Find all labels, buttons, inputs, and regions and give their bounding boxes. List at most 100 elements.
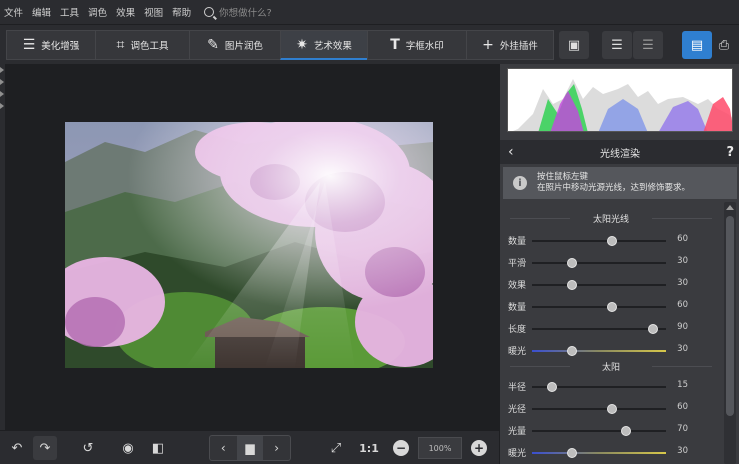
batch-process-button[interactable]: ☰ [633, 31, 663, 59]
image-canvas[interactable] [5, 64, 499, 430]
help-icon[interactable]: ? [726, 145, 734, 160]
fit-screen-button[interactable]: ⤢ [326, 436, 346, 460]
edited-photo[interactable] [65, 122, 433, 368]
slider-value: 60 [677, 234, 688, 244]
print-button[interactable]: ⎙ [712, 31, 736, 59]
slider-track[interactable] [532, 284, 666, 286]
hint-box: i 按住鼠标左键 在照片中移动光源光线，达到修饰要求。 [503, 167, 737, 199]
print-icon: ⎙ [718, 37, 730, 53]
panel-scrollbar[interactable] [724, 202, 736, 464]
slider-row: 平滑 30 [500, 256, 722, 270]
tab-plugins[interactable]: + 外挂插件 [466, 30, 554, 60]
slider-track[interactable] [532, 408, 666, 410]
search-icon [204, 7, 215, 17]
slider-track[interactable] [532, 350, 666, 352]
slider-track[interactable] [532, 240, 666, 242]
slider-row: 数量 60 [500, 234, 722, 248]
tab-label: 艺术效果 [313, 40, 352, 52]
rotate-button[interactable]: ↺ [78, 436, 98, 460]
image-gallery-button[interactable]: ▣ [559, 31, 589, 59]
slider-value: 60 [677, 402, 688, 412]
tab-retouch[interactable]: ✎ 图片润色 [189, 30, 281, 60]
slider-knob[interactable] [607, 302, 618, 312]
slider-knob[interactable] [607, 404, 618, 414]
slider-row: 半径 15 [500, 380, 722, 394]
menu-edit[interactable]: 编辑 [32, 5, 51, 19]
slider-knob[interactable] [547, 382, 558, 392]
section-sun-rays: 太阳光线 [500, 212, 722, 225]
slider-value: 90 [677, 322, 688, 332]
slider-track[interactable] [532, 306, 666, 308]
image-navigation: ‹ ▆ › [209, 435, 291, 461]
redo-button[interactable]: ↷ [33, 436, 57, 460]
slider-knob[interactable] [620, 426, 631, 436]
brush-icon: ✎ [207, 37, 219, 53]
scroll-thumb[interactable] [726, 216, 734, 416]
hint-line-1: 按住鼠标左键 [537, 172, 589, 182]
slider-track[interactable] [532, 452, 666, 454]
slider-knob[interactable] [607, 236, 618, 246]
slider-label: 长度 [508, 325, 527, 335]
menu-help[interactable]: 帮助 [172, 5, 191, 19]
slider-value: 70 [677, 424, 688, 434]
slider-value: 30 [677, 344, 688, 354]
menu-view[interactable]: 视图 [144, 5, 163, 19]
zoom-level-field[interactable]: 100% [418, 437, 462, 459]
menu-effects[interactable]: 效果 [116, 5, 135, 19]
expand-arrow-icon[interactable] [0, 91, 4, 97]
expand-arrow-icon[interactable] [0, 79, 4, 85]
slider-label: 暖光 [508, 449, 527, 459]
tab-text-watermark[interactable]: T 字框水印 [367, 30, 467, 60]
fit-screen-icon: ⤢ [330, 440, 342, 456]
tab-label: 字框水印 [405, 41, 444, 52]
panel-header: ‹ 光线渲染 ? [500, 140, 739, 164]
slider-label: 光量 [508, 427, 527, 437]
effect-panel: ‹ 光线渲染 ? i 按住鼠标左键 在照片中移动光源光线，达到修饰要求。 太阳光… [499, 64, 739, 464]
actual-size-button[interactable]: 1:1 [357, 436, 381, 460]
menu-file[interactable]: 文件 [4, 5, 23, 19]
back-button[interactable]: ‹ [508, 144, 514, 160]
chevron-left-icon: ‹ [220, 441, 226, 455]
slider-knob[interactable] [647, 324, 658, 334]
histogram-graph [513, 79, 732, 131]
slider-value: 30 [677, 446, 688, 456]
expand-arrow-icon[interactable] [0, 103, 4, 109]
slider-track[interactable] [532, 262, 666, 264]
tab-beautify[interactable]: ☰ 美化增强 [6, 30, 96, 60]
main-toolbar: ☰ 美化增强 ⌗ 调色工具 ✎ 图片润色 ✷ 艺术效果 T 字框水印 + 外挂插… [0, 24, 739, 64]
scroll-up-icon[interactable] [726, 205, 734, 210]
slider-knob[interactable] [567, 280, 578, 290]
next-image-button[interactable]: › [263, 436, 290, 460]
batch-add-button[interactable]: ☰ [602, 31, 632, 59]
sliders-icon: ☰ [22, 37, 36, 53]
folder-icon: ▆ [245, 441, 255, 455]
slider-knob[interactable] [567, 258, 578, 268]
menu-tools[interactable]: 工具 [60, 5, 79, 19]
batch-add-icon: ☰ [611, 37, 623, 53]
slider-knob[interactable] [567, 346, 578, 356]
slider-value: 15 [677, 380, 688, 390]
eye-icon: ◉ [122, 440, 134, 456]
menu-color[interactable]: 调色 [88, 5, 107, 19]
compare-button[interactable]: ◧ [148, 436, 168, 460]
hint-line-2: 在照片中移动光源光线，达到修饰要求。 [537, 183, 691, 193]
search-box[interactable]: 你想做什么? [204, 5, 272, 19]
save-button[interactable]: ▤ [682, 31, 712, 59]
search-placeholder: 你想做什么? [219, 8, 272, 19]
undo-button[interactable]: ↶ [8, 436, 26, 460]
tab-art-effects[interactable]: ✷ 艺术效果 [280, 30, 368, 60]
expand-arrow-icon[interactable] [0, 67, 4, 73]
save-icon: ▤ [690, 37, 704, 53]
tab-color-tools[interactable]: ⌗ 调色工具 [95, 30, 190, 60]
preview-button[interactable]: ◉ [117, 436, 139, 460]
slider-track[interactable] [532, 328, 666, 330]
zoom-out-button[interactable]: − [393, 440, 409, 456]
compare-icon: ◧ [151, 440, 165, 456]
zoom-in-button[interactable]: + [471, 440, 487, 456]
prev-image-button[interactable]: ‹ [210, 436, 237, 460]
slider-knob[interactable] [567, 448, 578, 458]
slider-row: 数量 60 [500, 300, 722, 314]
open-folder-button[interactable]: ▆ [236, 436, 264, 460]
tab-label: 图片润色 [224, 41, 263, 52]
slider-track[interactable] [532, 430, 666, 432]
